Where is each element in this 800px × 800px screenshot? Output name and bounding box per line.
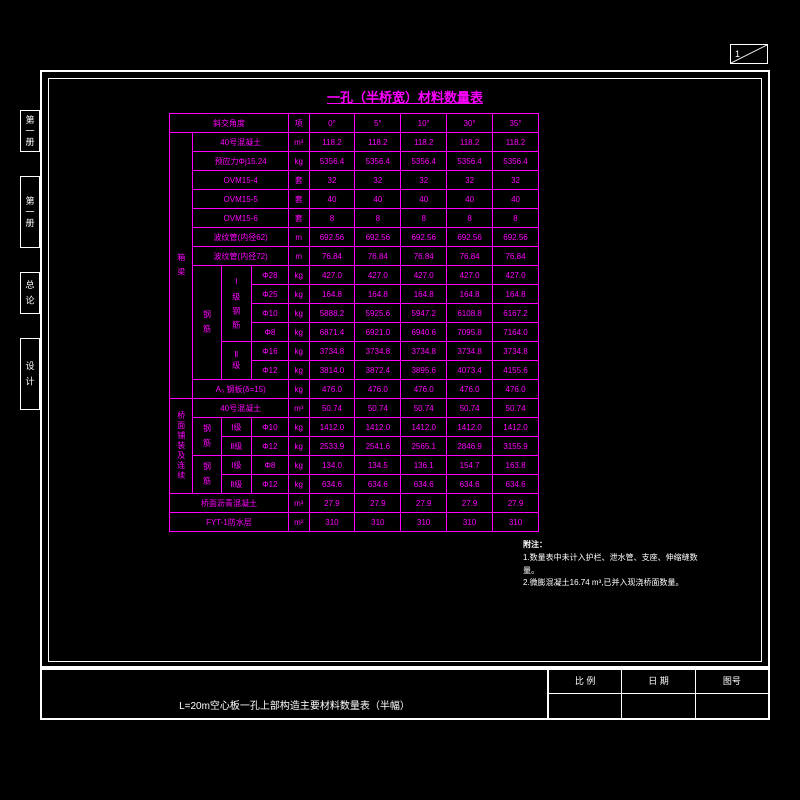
notes: 附注： 1.数量表中未计入护栏、泄水管、支座、伸缩缝数量。 2.微膨混凝土16.…	[523, 539, 703, 590]
note-2: 2.微膨混凝土16.74 m³,已并入现浇桥面数量。	[523, 578, 683, 587]
title-block: L=20m空心板一孔上部构造主要材料数量表（半幅） 比 例 日 期 图号	[40, 666, 770, 720]
tab-2: 第一册	[20, 176, 40, 248]
num-header: 图号	[696, 668, 768, 694]
drawing-inner: 一孔（半桥宽）材料数量表 斜交角度项0°5°10°30°35°箱 梁40号混凝土…	[48, 78, 762, 662]
drawing-frame: 一孔（半桥宽）材料数量表 斜交角度项0°5°10°30°35°箱 梁40号混凝土…	[40, 70, 770, 670]
page-number: 1	[731, 49, 740, 59]
date-header: 日 期	[622, 668, 694, 694]
tab-4: 设 计	[20, 338, 40, 410]
drawing-title: L=20m空心板一孔上部构造主要材料数量表（半幅）	[42, 668, 548, 718]
side-tabs: 第一册 第一册 总 论 设 计	[20, 110, 40, 410]
scale-value	[549, 694, 621, 719]
table-title: 一孔（半桥宽）材料数量表	[49, 87, 761, 106]
num-value	[696, 694, 768, 719]
scale-header: 比 例	[549, 668, 621, 694]
tab-3: 总 论	[20, 272, 40, 314]
tab-1: 第一册	[20, 110, 40, 152]
note-1: 1.数量表中未计入护栏、泄水管、支座、伸缩缝数量。	[523, 553, 698, 575]
material-table: 斜交角度项0°5°10°30°35°箱 梁40号混凝土m³118.2118.21…	[169, 113, 539, 532]
page-corner: 1	[730, 44, 768, 64]
notes-head: 附注：	[523, 540, 547, 549]
date-value	[622, 694, 694, 719]
